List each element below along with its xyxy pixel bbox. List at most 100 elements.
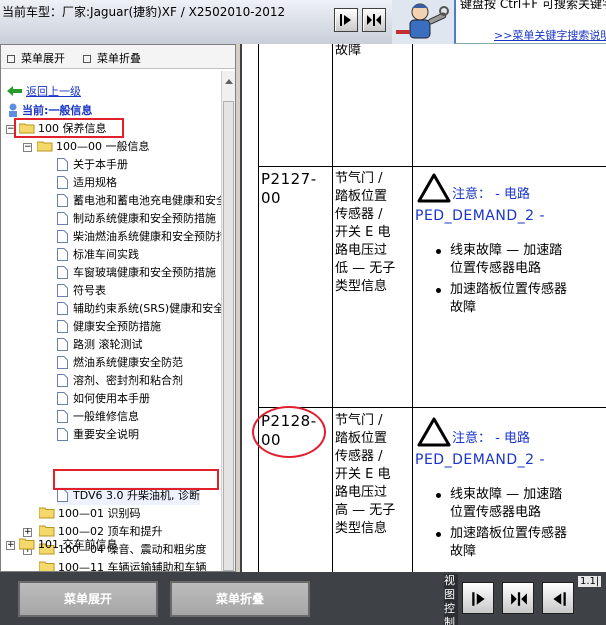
tree-doc-item[interactable]: 辅助约束系统(SRS)健康和安全 (57, 300, 223, 318)
document-icon (57, 338, 68, 351)
tree-doc-item[interactable]: 如何使用本手册 (57, 390, 150, 408)
tree-node-100-01[interactable]: 100—01 识别码 (39, 505, 141, 523)
expand-box-icon (7, 55, 15, 63)
tree-doc-item[interactable]: 柴油燃油系统健康和安全预防措施 (57, 228, 223, 246)
dtc-code: P2127- 00 (261, 170, 317, 207)
table-border (332, 44, 333, 572)
tree-doc-item[interactable]: 一般维修信息 (57, 408, 139, 426)
annotation-circle (252, 406, 326, 458)
folder-closed-icon (39, 561, 55, 571)
folder-open-icon (37, 141, 53, 152)
list-item: 加速踏板位置传感器 故障 (436, 281, 606, 317)
tree-doc-item[interactable]: 路测 滚轮测试 (57, 336, 143, 354)
document-icon (57, 212, 68, 225)
document-icon (57, 194, 68, 207)
document-icon (57, 284, 68, 297)
tree-doc-item[interactable]: 标准车间实践 (57, 246, 139, 264)
back-arrow-icon (7, 86, 22, 96)
mechanic-logo-icon (392, 0, 454, 44)
view-split-button[interactable] (502, 582, 534, 614)
tree-doc-item[interactable]: 制动系统健康和安全预防措施 (57, 210, 216, 228)
collapse-box-icon (83, 55, 91, 63)
document-icon (57, 266, 68, 279)
tree-doc-item[interactable]: 车窗玻璃健康和安全预防措施 (57, 264, 216, 282)
view-prev-button[interactable] (542, 582, 574, 614)
expand-toggle-icon[interactable]: + (6, 541, 15, 550)
tree-scrollbar[interactable] (221, 71, 235, 571)
split-view-button[interactable] (362, 8, 386, 32)
warning-triangle-icon (417, 417, 451, 447)
document-icon (57, 320, 68, 333)
annotation-highlight-box (14, 118, 124, 138)
tree-doc-item[interactable]: 蓄电池和蓄电池充电健康和安全 (57, 192, 223, 210)
tree-doc-item[interactable]: 燃油系统健康安全防范 (57, 354, 183, 372)
menu-tree-panel: 菜单展开 菜单折叠 返回上一级 当前:一般信息 − 100 保养信息 − 100… (0, 44, 236, 572)
panel-divider[interactable] (240, 44, 242, 572)
split-arrows-icon (511, 592, 527, 606)
view-control-label: 视图控制 (444, 574, 458, 625)
tree-node-101[interactable]: 101 交车前信息 (19, 536, 118, 554)
content-panel: 故障 P2127- 00 节气门 / 踏板位置 传感器 / 开关 E 电路电压过低 —… (240, 44, 606, 572)
tree-doc-item[interactable]: 适用规格 (57, 174, 117, 192)
document-icon (57, 356, 68, 369)
list-item: 线束故障 — 加速踏 位置传感器电路 (436, 486, 606, 522)
tree-doc-item[interactable]: 重要安全说明 (57, 426, 139, 444)
view-next-button[interactable] (462, 582, 494, 614)
tree-collapse-all-button[interactable]: 菜单折叠 (83, 50, 141, 66)
tree-toolbar: 菜单展开 菜单折叠 (1, 45, 235, 69)
search-tip-text: 键盘按 Ctrl+F 可搜索关键字！ (460, 0, 606, 11)
tree-expand-all-button[interactable]: 菜单展开 (7, 50, 65, 66)
split-arrows-icon (367, 14, 381, 26)
table-row-border (258, 166, 606, 167)
app-window: 当前车型：厂家:Jaguar(捷豹)XF / X2502010-2012 键盘按… (0, 0, 606, 625)
play-left-icon (553, 592, 566, 606)
table-border (258, 44, 259, 572)
menu-tree: 返回上一级 当前:一般信息 − 100 保养信息 − 100—00 一般信息 关… (1, 71, 223, 571)
search-help-link[interactable]: >>菜单关键字搜索说明 (494, 27, 606, 43)
warning-triangle-icon (417, 173, 451, 203)
tree-node-100-00[interactable]: 100—00 一般信息 (37, 138, 150, 156)
play-right-icon (340, 14, 351, 26)
header-bar: 当前车型：厂家:Jaguar(捷豹)XF / X2502010-2012 键盘按… (0, 0, 606, 44)
list-item: 线束故障 — 加速踏 位置传感器电路 (436, 242, 606, 278)
document-icon (57, 374, 68, 387)
info-book-icon (9, 103, 17, 117)
document-icon (57, 248, 68, 261)
vehicle-title: 当前车型：厂家:Jaguar(捷豹)XF / X2502010-2012 (2, 5, 286, 19)
cell-text: 故障 (335, 44, 362, 58)
dtc-description: 节气门 / 踏板位置 传感器 / 开关 E 电路电压过低 — 无子 类型信息 (335, 171, 396, 294)
scroll-up-icon[interactable] (225, 79, 233, 84)
bottom-toolbar: 菜单展开 菜单折叠 视图控制 1.1| (0, 572, 606, 625)
document-icon (57, 230, 68, 243)
play-right-icon (472, 592, 485, 606)
menu-collapse-button[interactable]: 菜单折叠 (170, 581, 310, 617)
document-icon (57, 302, 68, 315)
caution-notice: 注意： - 电路 (416, 172, 530, 205)
tree-node-100-11[interactable]: 100—11 车辆运输辅助和车辆 (39, 559, 207, 571)
document-icon (57, 176, 68, 189)
circuit-name: PED_DEMAND_2 - (415, 208, 546, 224)
tree-doc-item[interactable]: 关于本手册 (57, 156, 128, 174)
collapse-toggle-icon[interactable]: − (23, 143, 32, 152)
tree-doc-item[interactable]: 健康安全预防措施 (57, 318, 161, 336)
back-up-link[interactable]: 返回上一级 (7, 83, 81, 101)
table-border (412, 44, 413, 572)
dtc-description: 节气门 / 踏板位置 传感器 / 开关 E 电路电压过高 — 无子 类型信息 (335, 413, 396, 536)
scrollbar-thumb[interactable] (223, 101, 234, 571)
table-row-border (258, 407, 606, 408)
tree-doc-item[interactable]: 符号表 (57, 282, 106, 300)
menu-expand-button[interactable]: 菜单展开 (18, 581, 158, 617)
folder-closed-icon (39, 507, 55, 519)
zoom-level: 1.1| (578, 576, 602, 587)
document-icon (57, 428, 68, 441)
search-tip-box: 键盘按 Ctrl+F 可搜索关键字！ >>菜单关键字搜索说明 (454, 0, 606, 44)
folder-closed-icon (19, 538, 35, 550)
list-item: 加速踏板位置传感器 故障 (436, 525, 606, 561)
document-icon (57, 410, 68, 423)
caution-notice: 注意： - 电路 (416, 416, 530, 449)
document-icon (57, 158, 68, 171)
annotation-highlight-box (53, 469, 219, 490)
tree-doc-item[interactable]: 溶剂、密封剂和粘合剂 (57, 372, 183, 390)
next-page-button[interactable] (334, 8, 358, 32)
document-icon (57, 489, 68, 502)
